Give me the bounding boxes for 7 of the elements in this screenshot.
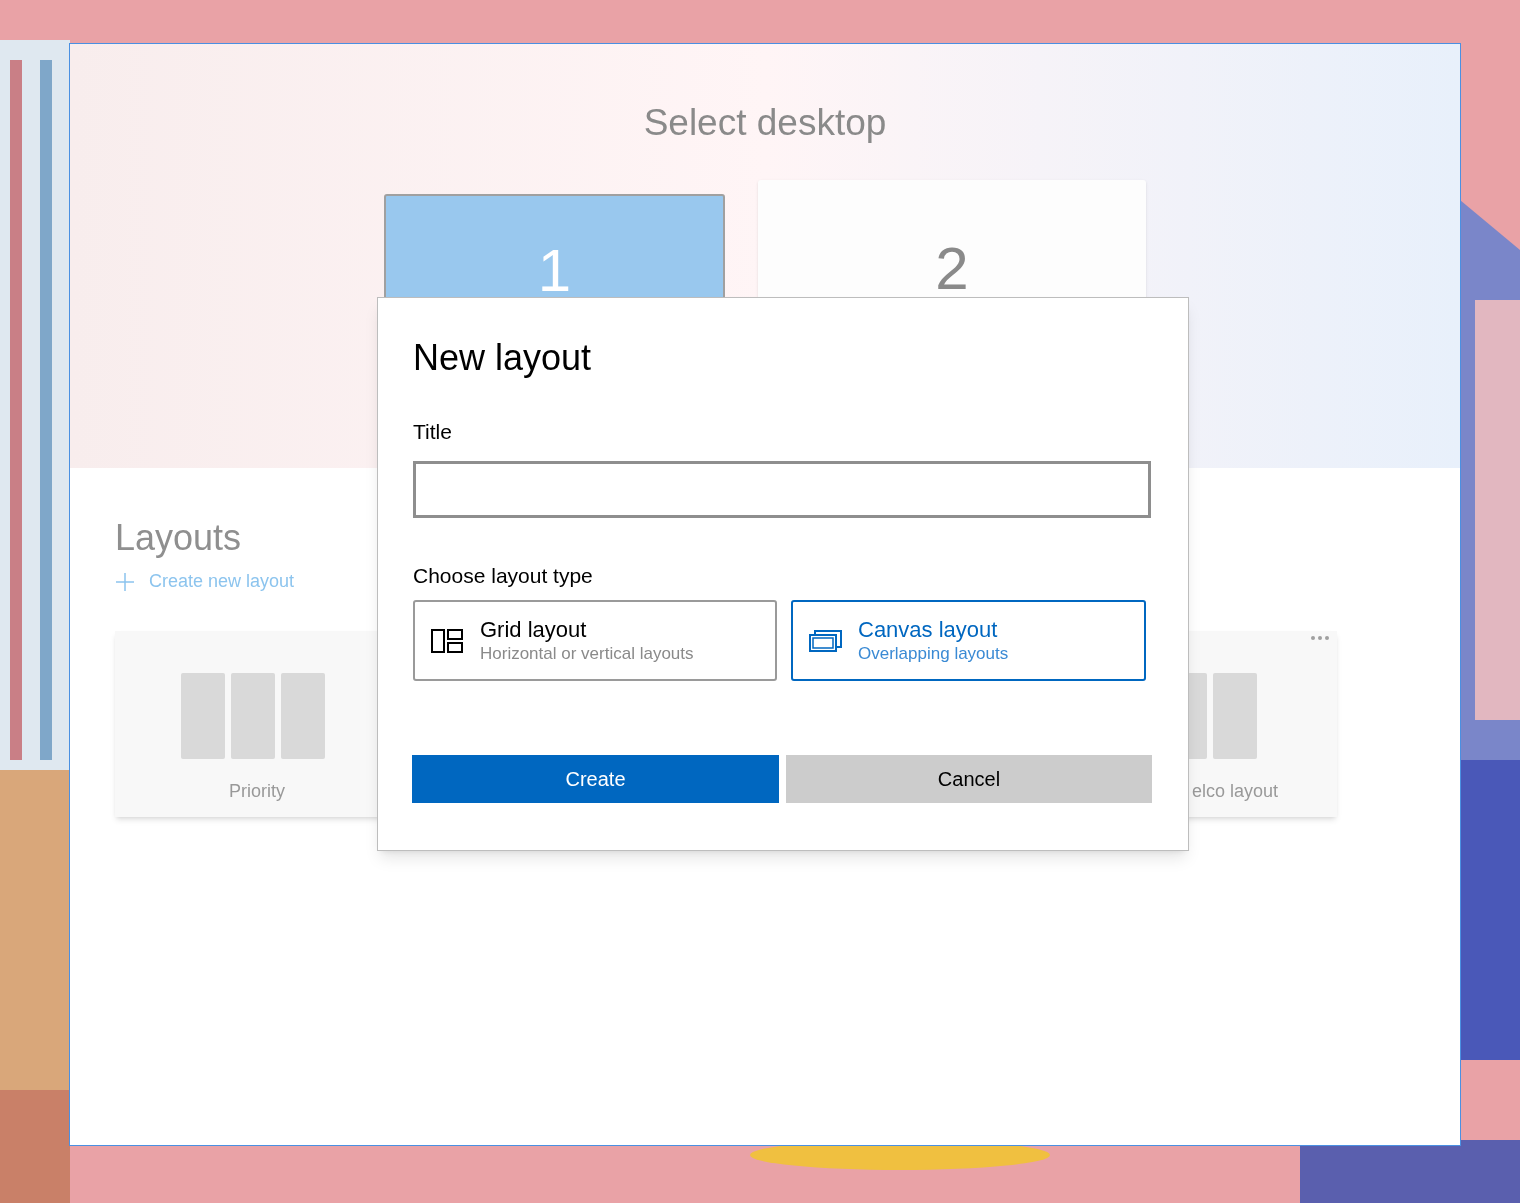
field-label: Choose layout type <box>413 563 593 589</box>
field-label: Title <box>413 419 452 445</box>
layout-name: elco layout <box>1192 780 1279 803</box>
page-title: Select desktop <box>643 101 887 145</box>
layout-name: Priority <box>229 780 285 803</box>
section-heading: Layouts <box>115 516 242 560</box>
dialog-title: New layout <box>413 336 592 380</box>
